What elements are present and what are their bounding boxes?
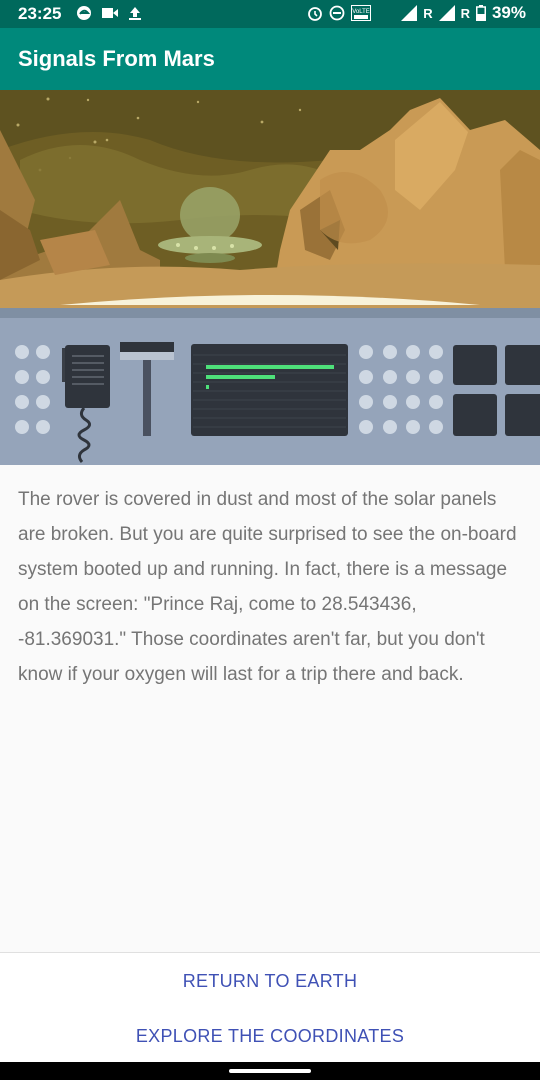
return-to-earth-button[interactable]: RETURN TO EARTH — [0, 971, 540, 992]
status-time: 23:25 — [18, 4, 62, 23]
svg-text:VoLTE: VoLTE — [352, 9, 370, 15]
page-title: Signals From Mars — [18, 46, 215, 71]
roaming-label: R — [423, 5, 433, 21]
explore-coordinates-button[interactable]: EXPLORE THE COORDINATES — [0, 1026, 540, 1047]
wifi-icon — [377, 9, 387, 20]
console-screen — [191, 344, 348, 436]
video-icon — [102, 8, 118, 18]
home-gesture-pill[interactable] — [229, 1069, 311, 1073]
roaming-label: R — [460, 5, 470, 21]
signal-icon — [438, 5, 455, 21]
battery-icon — [475, 5, 486, 21]
upload-icon — [129, 7, 141, 20]
alarm-icon — [308, 7, 323, 21]
volte-icon: VoLTE — [351, 5, 372, 21]
action-buttons: RETURN TO EARTH EXPLORE THE COORDINATES — [0, 952, 540, 1063]
app-bar: Signals From Mars — [0, 28, 540, 90]
edge-icon — [77, 6, 91, 20]
signal-icon — [401, 5, 418, 21]
status-bar: 23:25 VoLTE R R 39% — [0, 0, 540, 28]
mars-rover-console-illustration — [0, 90, 540, 465]
dnd-icon — [329, 5, 345, 21]
battery-percent: 39% — [491, 3, 526, 22]
system-nav-bar — [0, 1062, 540, 1080]
story-text: The rover is covered in dust and most of… — [18, 489, 517, 685]
